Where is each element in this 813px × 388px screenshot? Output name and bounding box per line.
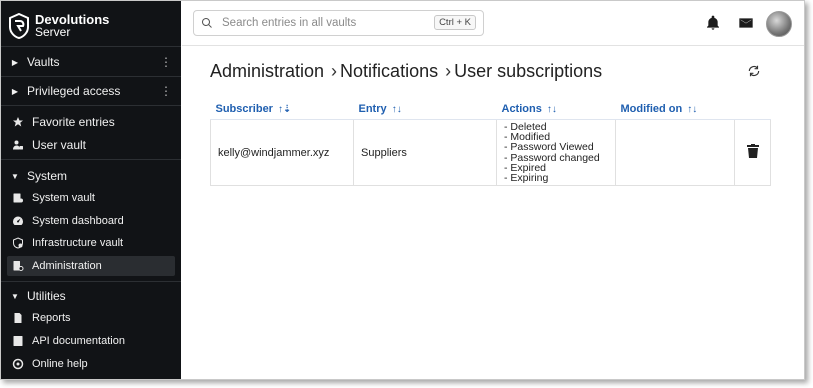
api-documentation-icon: [11, 334, 25, 348]
top-bar: Ctrl + K: [182, 1, 804, 46]
column-header-entry[interactable]: Entry ↑↓: [353, 98, 497, 120]
sort-icon: ↑↓: [546, 103, 557, 115]
sidebar-item-label: Online help: [32, 358, 88, 370]
dashboard-icon: [11, 214, 25, 228]
chevron-right-icon: ›: [331, 61, 338, 81]
chevron-right-icon: ›: [445, 61, 452, 81]
cell-subscriber: kelly@windjammer.xyz: [210, 119, 354, 186]
column-header-label: Subscriber: [215, 102, 273, 115]
sidebar: Devolutions Server ▶ Vaults ⋮ ▶ Privileg…: [1, 1, 181, 379]
sidebar-item-vaults[interactable]: ▶ Vaults ⋮: [7, 52, 175, 72]
sort-icon: ↑↓: [687, 103, 698, 115]
more-options-icon[interactable]: ⋮: [160, 55, 172, 69]
devolutions-logo-icon: [9, 13, 29, 39]
sidebar-item-favorite-entries[interactable]: Favorite entries: [7, 112, 175, 132]
caret-right-icon: ▶: [11, 57, 19, 67]
cell-row-actions: [734, 119, 771, 186]
more-options-icon[interactable]: ⋮: [160, 84, 172, 98]
delete-trash-icon[interactable]: [746, 144, 759, 158]
column-header-subscriber[interactable]: Subscriber ↑⇣: [210, 98, 354, 120]
cell-entry-link[interactable]: Suppliers: [353, 119, 497, 186]
table-row: kelly@windjammer.xyz Suppliers - Deleted…: [210, 119, 771, 186]
cell-modified-on: [615, 119, 735, 186]
sidebar-item-label: API documentation: [32, 335, 125, 347]
sidebar-item-label: Vaults: [27, 55, 60, 69]
sidebar-divider: [1, 281, 181, 282]
sidebar-item-system-dashboard[interactable]: System dashboard: [7, 211, 175, 231]
column-header-label: Modified on: [620, 102, 683, 115]
column-header-label: Actions: [501, 102, 542, 115]
messages-envelope-icon[interactable]: [738, 15, 754, 31]
caret-down-icon: ▼: [11, 291, 19, 301]
actions-list: - Deleted - Modified - Password Viewed -…: [504, 122, 608, 184]
sidebar-item-reports[interactable]: Reports: [7, 308, 175, 328]
cell-actions: - Deleted - Modified - Password Viewed -…: [496, 119, 616, 186]
breadcrumb-user-subscriptions: User subscriptions: [454, 61, 603, 81]
sidebar-item-infrastructure-vault[interactable]: Infrastructure vault: [7, 233, 175, 253]
sidebar-section-utilities[interactable]: ▼ Utilities: [7, 286, 175, 306]
sidebar-item-label: Privileged access: [27, 84, 121, 98]
column-header-actions[interactable]: Actions ↑↓: [496, 98, 616, 120]
sidebar-item-privileged-access[interactable]: ▶ Privileged access ⋮: [7, 81, 175, 101]
help-icon: [11, 357, 25, 371]
sidebar-divider: [1, 46, 181, 47]
breadcrumb: Administration › Notifications › User su…: [210, 61, 602, 82]
search-icon: [201, 17, 212, 28]
sidebar-item-label: User vault: [32, 138, 87, 152]
administration-icon: [11, 259, 25, 273]
sidebar-item-label: Favorite entries: [32, 115, 115, 129]
sidebar-divider: [1, 105, 181, 106]
sidebar-section-system[interactable]: ▼ System: [7, 166, 175, 186]
sidebar-item-system-vault[interactable]: System vault: [7, 188, 175, 208]
notifications-bell-icon[interactable]: [705, 15, 721, 31]
sidebar-item-api-documentation[interactable]: API documentation: [7, 331, 175, 351]
sidebar-item-online-help[interactable]: Online help: [7, 354, 175, 374]
sidebar-item-label: Administration: [32, 260, 102, 272]
table-header-row: Subscriber ↑⇣ Entry ↑↓ Actions ↑↓ Modifi…: [210, 98, 771, 120]
list-item: - Password Viewed: [504, 141, 594, 154]
caret-down-icon: ▼: [11, 171, 19, 181]
star-icon: [11, 115, 25, 129]
breadcrumb-notifications[interactable]: Notifications: [340, 61, 438, 82]
system-vault-icon: [11, 191, 25, 205]
sidebar-section-label: System: [27, 169, 68, 183]
search-box[interactable]: Ctrl + K: [193, 10, 484, 36]
sidebar-item-label: Infrastructure vault: [32, 237, 124, 249]
infrastructure-vault-icon: [11, 236, 25, 250]
sidebar-divider: [1, 159, 181, 160]
sort-icon: ↑↓: [391, 103, 402, 115]
app-window: Devolutions Server ▶ Vaults ⋮ ▶ Privileg…: [0, 0, 805, 380]
caret-right-icon: ▶: [11, 86, 19, 96]
breadcrumb-administration[interactable]: Administration: [210, 61, 324, 82]
sidebar-item-label: System dashboard: [32, 215, 124, 227]
sidebar-item-user-vault[interactable]: User vault: [7, 135, 175, 155]
search-shortcut-hint: Ctrl + K: [434, 15, 476, 30]
user-avatar[interactable]: [766, 11, 792, 37]
subscriptions-table: Subscriber ↑⇣ Entry ↑↓ Actions ↑↓ Modifi…: [210, 98, 771, 186]
refresh-icon[interactable]: [747, 64, 761, 78]
sidebar-item-label: System vault: [32, 192, 95, 204]
search-input[interactable]: [220, 16, 434, 30]
sidebar-divider: [1, 76, 181, 77]
sidebar-item-administration[interactable]: Administration: [7, 256, 175, 276]
column-header-row-actions: [734, 98, 771, 120]
sort-icon: ↑⇣: [278, 103, 292, 115]
user-vault-icon: [11, 138, 25, 152]
brand-logo[interactable]: Devolutions Server: [9, 11, 109, 41]
column-header-modified-on[interactable]: Modified on ↑↓: [615, 98, 735, 120]
sidebar-section-label: Utilities: [27, 289, 66, 303]
reports-icon: [11, 311, 25, 325]
column-header-label: Entry: [358, 102, 387, 115]
list-item: - Expiring: [504, 171, 549, 184]
brand-product: Server: [35, 25, 71, 39]
sidebar-item-label: Reports: [32, 312, 71, 324]
